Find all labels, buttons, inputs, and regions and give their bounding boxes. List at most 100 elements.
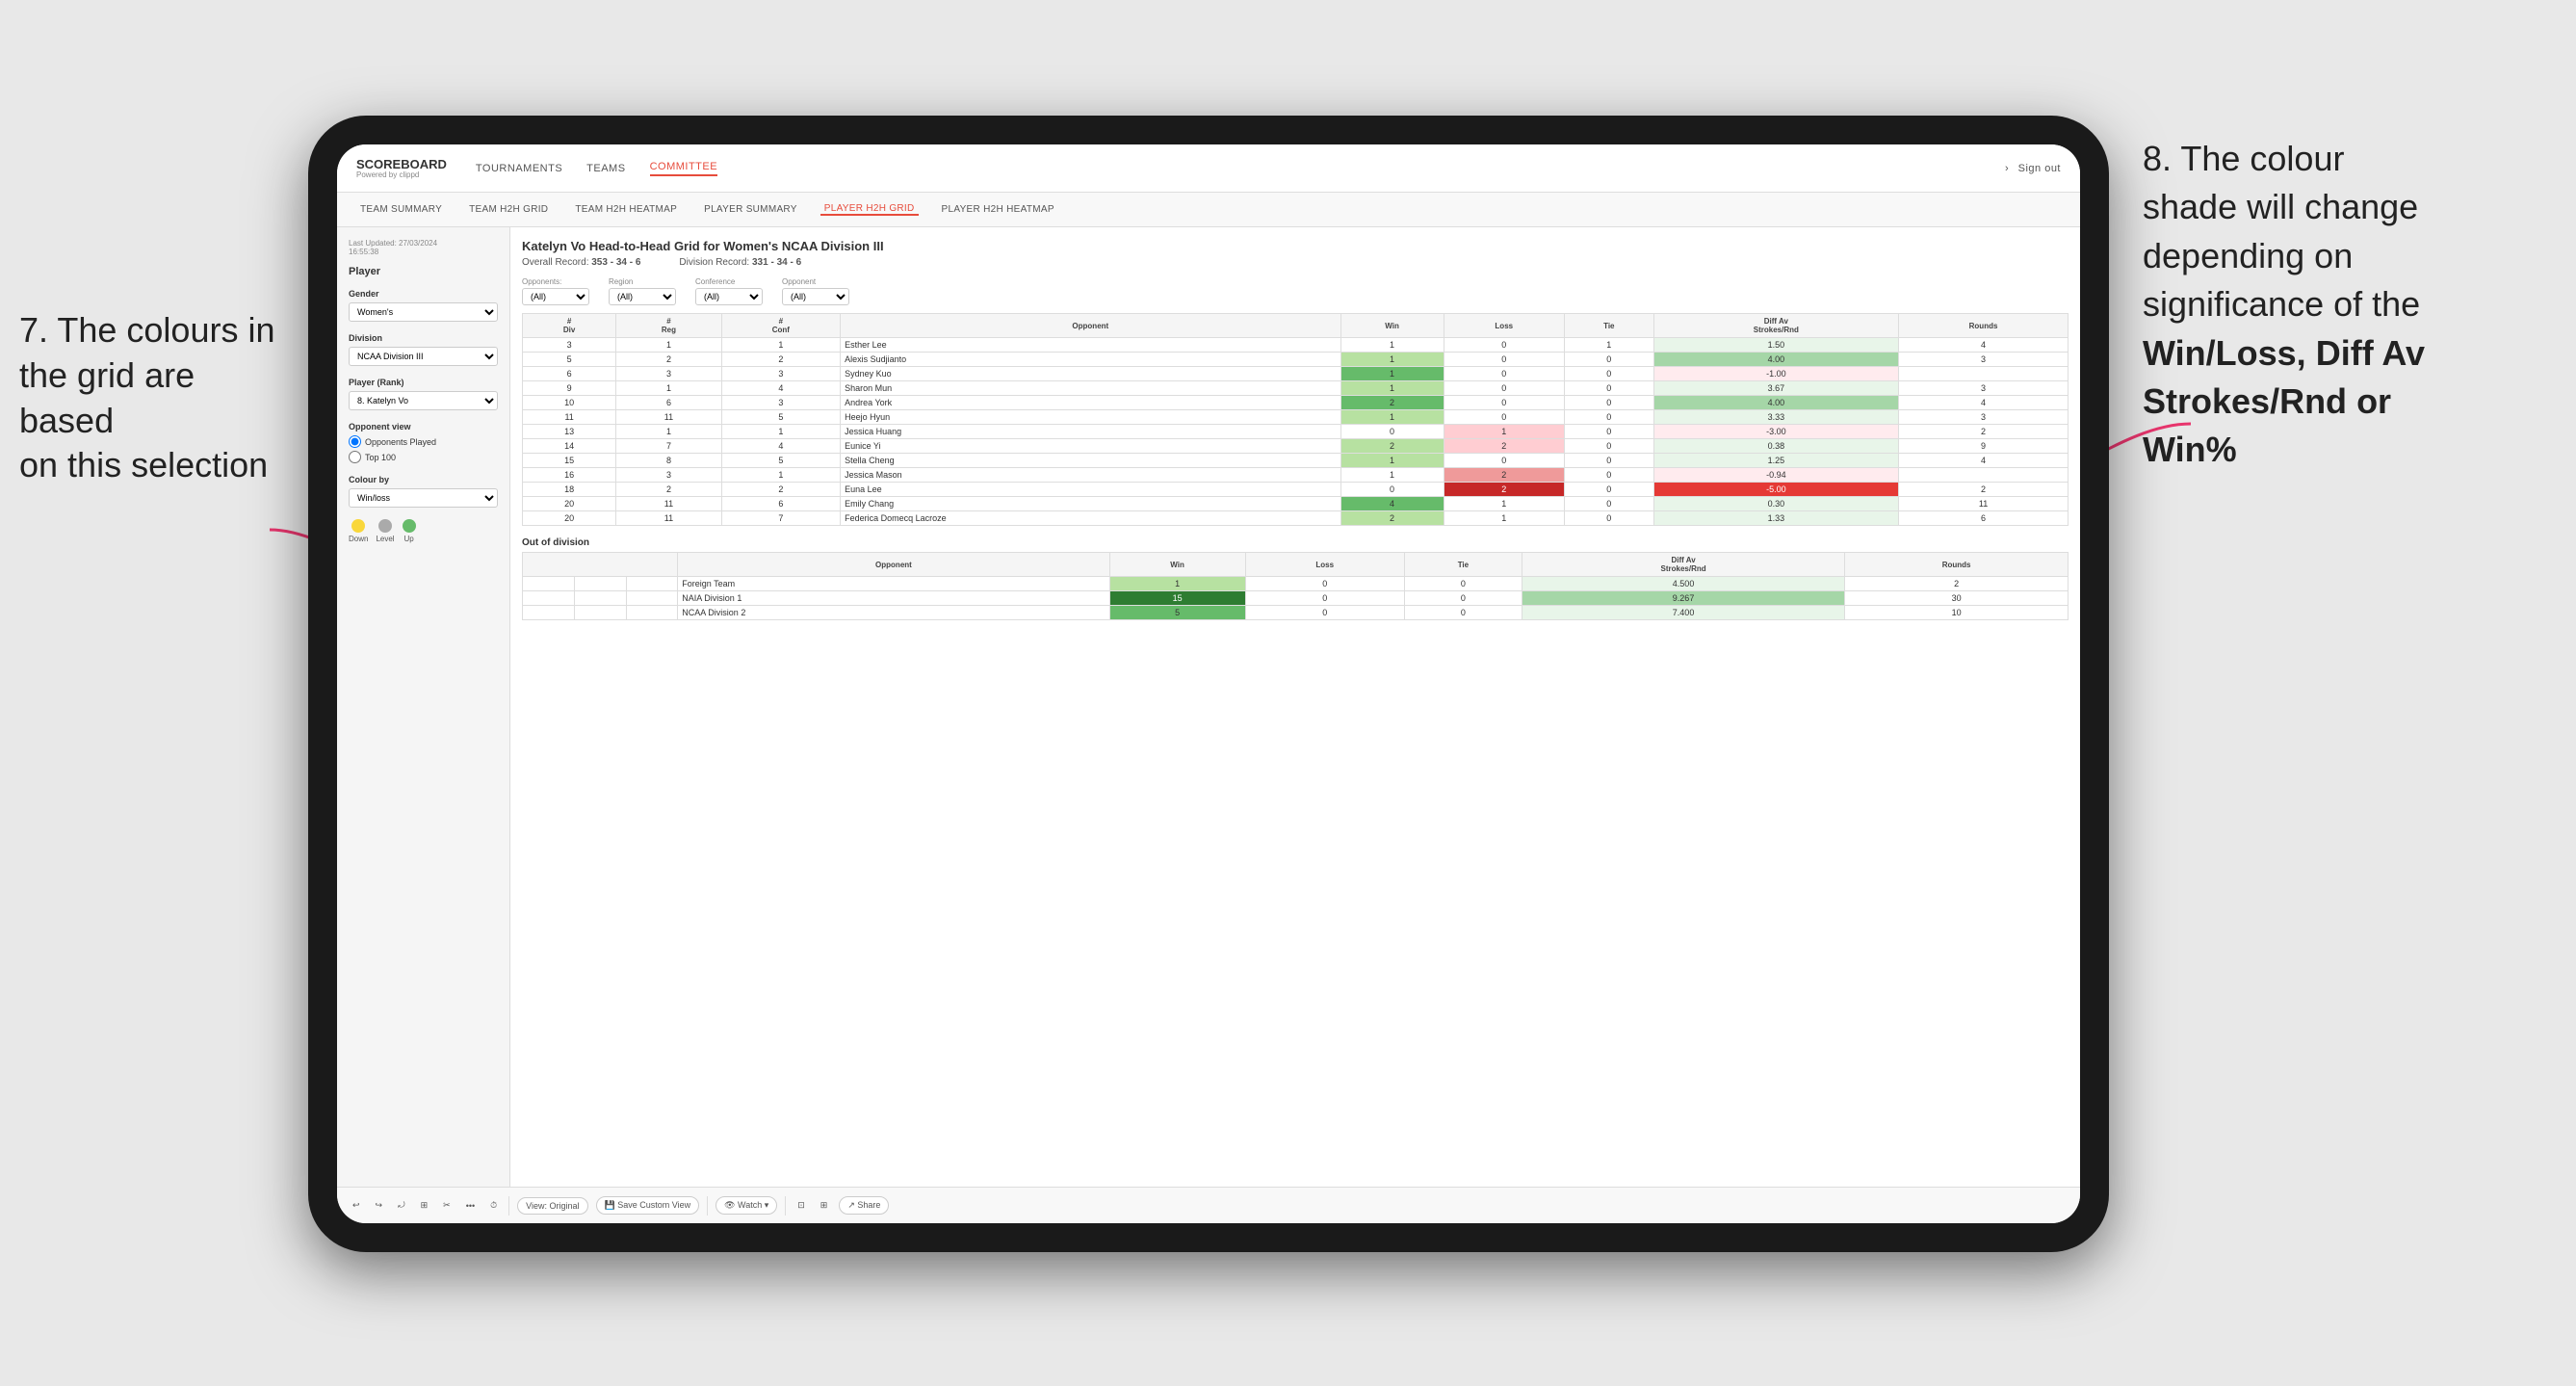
subnav-team-h2h-heatmap[interactable]: TEAM H2H HEATMAP	[571, 204, 681, 215]
table-header-row: #Div #Reg #Conf Opponent Win Loss Tie Di…	[523, 314, 2069, 338]
player-rank-select[interactable]: 8. Katelyn Vo	[349, 391, 498, 410]
table-body: 3 1 1 Esther Lee 1 0 1 1.50 4 5 2 2 Alex…	[523, 338, 2069, 526]
table-row: 16 3 1 Jessica Mason 1 2 0 -0.94	[523, 468, 2069, 483]
ood-table-body: Foreign Team 1 0 0 4.500 2 NAIA Division…	[523, 577, 2069, 620]
opponents-filter-group: Opponents: (All)	[522, 277, 589, 305]
opponent-filter-label: Opponent	[782, 277, 849, 286]
table-row: 9 1 4 Sharon Mun 1 0 0 3.67 3	[523, 381, 2069, 396]
filters-row: Opponents: (All) Region (All) Conference	[522, 277, 2069, 305]
opponent-view-label: Opponent view	[349, 422, 498, 431]
ood-col-loss: Loss	[1245, 553, 1404, 577]
grid-area: Katelyn Vo Head-to-Head Grid for Women's…	[510, 227, 2080, 1187]
legend-up-dot	[403, 519, 416, 533]
ood-table: Opponent Win Loss Tie Diff AvStrokes/Rnd…	[522, 552, 2069, 620]
share-btn[interactable]: ↗ Share	[839, 1196, 889, 1215]
table-row: 18 2 2 Euna Lee 0 2 0 -5.00 2	[523, 483, 2069, 497]
col-rounds: Rounds	[1899, 314, 2069, 338]
sidebar: Last Updated: 27/03/2024 16:55:38 Player…	[337, 227, 510, 1187]
subnav-player-h2h-grid[interactable]: PLAYER H2H GRID	[820, 203, 919, 216]
nav-link-tournaments[interactable]: TOURNAMENTS	[476, 163, 562, 174]
division-select[interactable]: NCAA Division III	[349, 347, 498, 366]
tablet-screen: SCOREBOARD Powered by clippd TOURNAMENTS…	[337, 144, 2080, 1223]
conference-filter-select[interactable]: (All)	[695, 288, 763, 305]
ood-header-row: Opponent Win Loss Tie Diff AvStrokes/Rnd…	[523, 553, 2069, 577]
nav-link-teams[interactable]: TEAMS	[586, 163, 625, 174]
table-row: 20 11 7 Federica Domecq Lacroze 2 1 0 1.…	[523, 511, 2069, 526]
sidebar-colour-by: Colour by Win/loss	[349, 475, 498, 508]
annotation-right: 8. The colour shade will change dependin…	[2143, 135, 2547, 475]
table-row: 14 7 4 Eunice Yi 2 2 0 0.38 9	[523, 439, 2069, 454]
player-rank-label: Player (Rank)	[349, 378, 498, 387]
logo-text: SCOREBOARD	[356, 158, 447, 170]
sidebar-opponent-view: Opponent view Opponents Played Top 100	[349, 422, 498, 463]
opponent-filter-select[interactable]: (All)	[782, 288, 849, 305]
subnav-player-summary[interactable]: PLAYER SUMMARY	[700, 204, 801, 215]
col-reg: #Reg	[616, 314, 721, 338]
view-original-btn[interactable]: View: Original	[517, 1197, 587, 1215]
conference-filter-group: Conference (All)	[695, 277, 763, 305]
region-filter-group: Region (All)	[609, 277, 676, 305]
gender-select[interactable]: Women's	[349, 302, 498, 322]
last-updated: Last Updated: 27/03/2024 16:55:38	[349, 239, 498, 256]
toolbar-divider-2	[707, 1196, 708, 1216]
annotation-left: 7. The colours in the grid are based on …	[19, 308, 289, 488]
nav-link-committee[interactable]: COMMITTEE	[650, 161, 718, 176]
legend: Down Level Up	[349, 519, 498, 543]
top100-radio[interactable]: Top 100	[349, 451, 498, 463]
ood-col-opponent: Opponent	[678, 553, 1109, 577]
sidebar-division-section: Division NCAA Division III	[349, 333, 498, 366]
nav-right: › Sign out	[2005, 163, 2061, 174]
subnav-player-h2h-heatmap[interactable]: PLAYER H2H HEATMAP	[938, 204, 1058, 215]
ood-table-row: Foreign Team 1 0 0 4.500 2	[523, 577, 2069, 591]
sign-out-link[interactable]: Sign out	[2018, 163, 2061, 174]
table-row: 20 11 6 Emily Chang 4 1 0 0.30 11	[523, 497, 2069, 511]
grid-records: Overall Record: 353 - 34 - 6 Division Re…	[522, 257, 2069, 268]
table-row: 11 11 5 Heejo Hyun 1 0 0 3.33 3	[523, 410, 2069, 425]
region-filter-label: Region	[609, 277, 676, 286]
conference-filter-label: Conference	[695, 277, 763, 286]
division-label: Division	[349, 333, 498, 343]
opponents-played-radio[interactable]: Opponents Played	[349, 435, 498, 448]
toolbar-divider-3	[785, 1196, 786, 1216]
nav-links: TOURNAMENTS TEAMS COMMITTEE	[476, 161, 2005, 176]
legend-level: Level	[376, 519, 394, 543]
redo-btn[interactable]: ↪	[372, 1198, 387, 1213]
main-content: Last Updated: 27/03/2024 16:55:38 Player…	[337, 227, 2080, 1187]
watch-btn[interactable]: 👁 Watch ▾	[716, 1196, 777, 1215]
opponent-filter-group: Opponent (All)	[782, 277, 849, 305]
region-filter-select[interactable]: (All)	[609, 288, 676, 305]
subnav-team-h2h-grid[interactable]: TEAM H2H GRID	[465, 204, 552, 215]
timer-btn[interactable]: ⏱	[486, 1198, 501, 1213]
sidebar-player-section: Player	[349, 266, 498, 277]
layout-btn-1[interactable]: ⊡	[794, 1198, 809, 1213]
bottom-toolbar: ↩ ↪ ⤾ ⊞ ✂ ••• ⏱ View: Original 💾 Save Cu…	[337, 1187, 2080, 1223]
player-title: Player	[349, 266, 498, 277]
subnav-team-summary[interactable]: TEAM SUMMARY	[356, 204, 446, 215]
legend-level-dot	[378, 519, 392, 533]
layout-btn-2[interactable]: ⊞	[817, 1198, 832, 1213]
col-div: #Div	[523, 314, 616, 338]
colour-by-select[interactable]: Win/loss	[349, 488, 498, 508]
cut-btn[interactable]: ✂	[439, 1198, 455, 1213]
sub-nav: TEAM SUMMARY TEAM H2H GRID TEAM H2H HEAT…	[337, 193, 2080, 227]
refresh-btn[interactable]: ⤾	[394, 1198, 409, 1213]
logo-area: SCOREBOARD Powered by clippd	[356, 158, 447, 179]
grid-btn[interactable]: ⊞	[417, 1198, 432, 1213]
opponents-filter-label: Opponents:	[522, 277, 589, 286]
col-opponent: Opponent	[841, 314, 1340, 338]
undo-btn[interactable]: ↩	[349, 1198, 364, 1213]
h2h-table: #Div #Reg #Conf Opponent Win Loss Tie Di…	[522, 313, 2069, 526]
sidebar-gender-section: Gender Women's	[349, 289, 498, 322]
opponents-filter-select[interactable]: (All)	[522, 288, 589, 305]
gender-label: Gender	[349, 289, 498, 299]
sidebar-player-rank-section: Player (Rank) 8. Katelyn Vo	[349, 378, 498, 410]
more-btn[interactable]: •••	[462, 1199, 479, 1213]
table-row: 15 8 5 Stella Cheng 1 0 0 1.25 4	[523, 454, 2069, 468]
overall-record: Overall Record: 353 - 34 - 6	[522, 257, 640, 268]
ood-col-tie: Tie	[1404, 553, 1522, 577]
toolbar-divider-1	[508, 1196, 509, 1216]
ood-col-rounds: Rounds	[1845, 553, 2069, 577]
col-diff: Diff AvStrokes/Rnd	[1653, 314, 1898, 338]
save-custom-view-btn[interactable]: 💾 Save Custom View	[596, 1196, 700, 1215]
table-row: 13 1 1 Jessica Huang 0 1 0 -3.00 2	[523, 425, 2069, 439]
